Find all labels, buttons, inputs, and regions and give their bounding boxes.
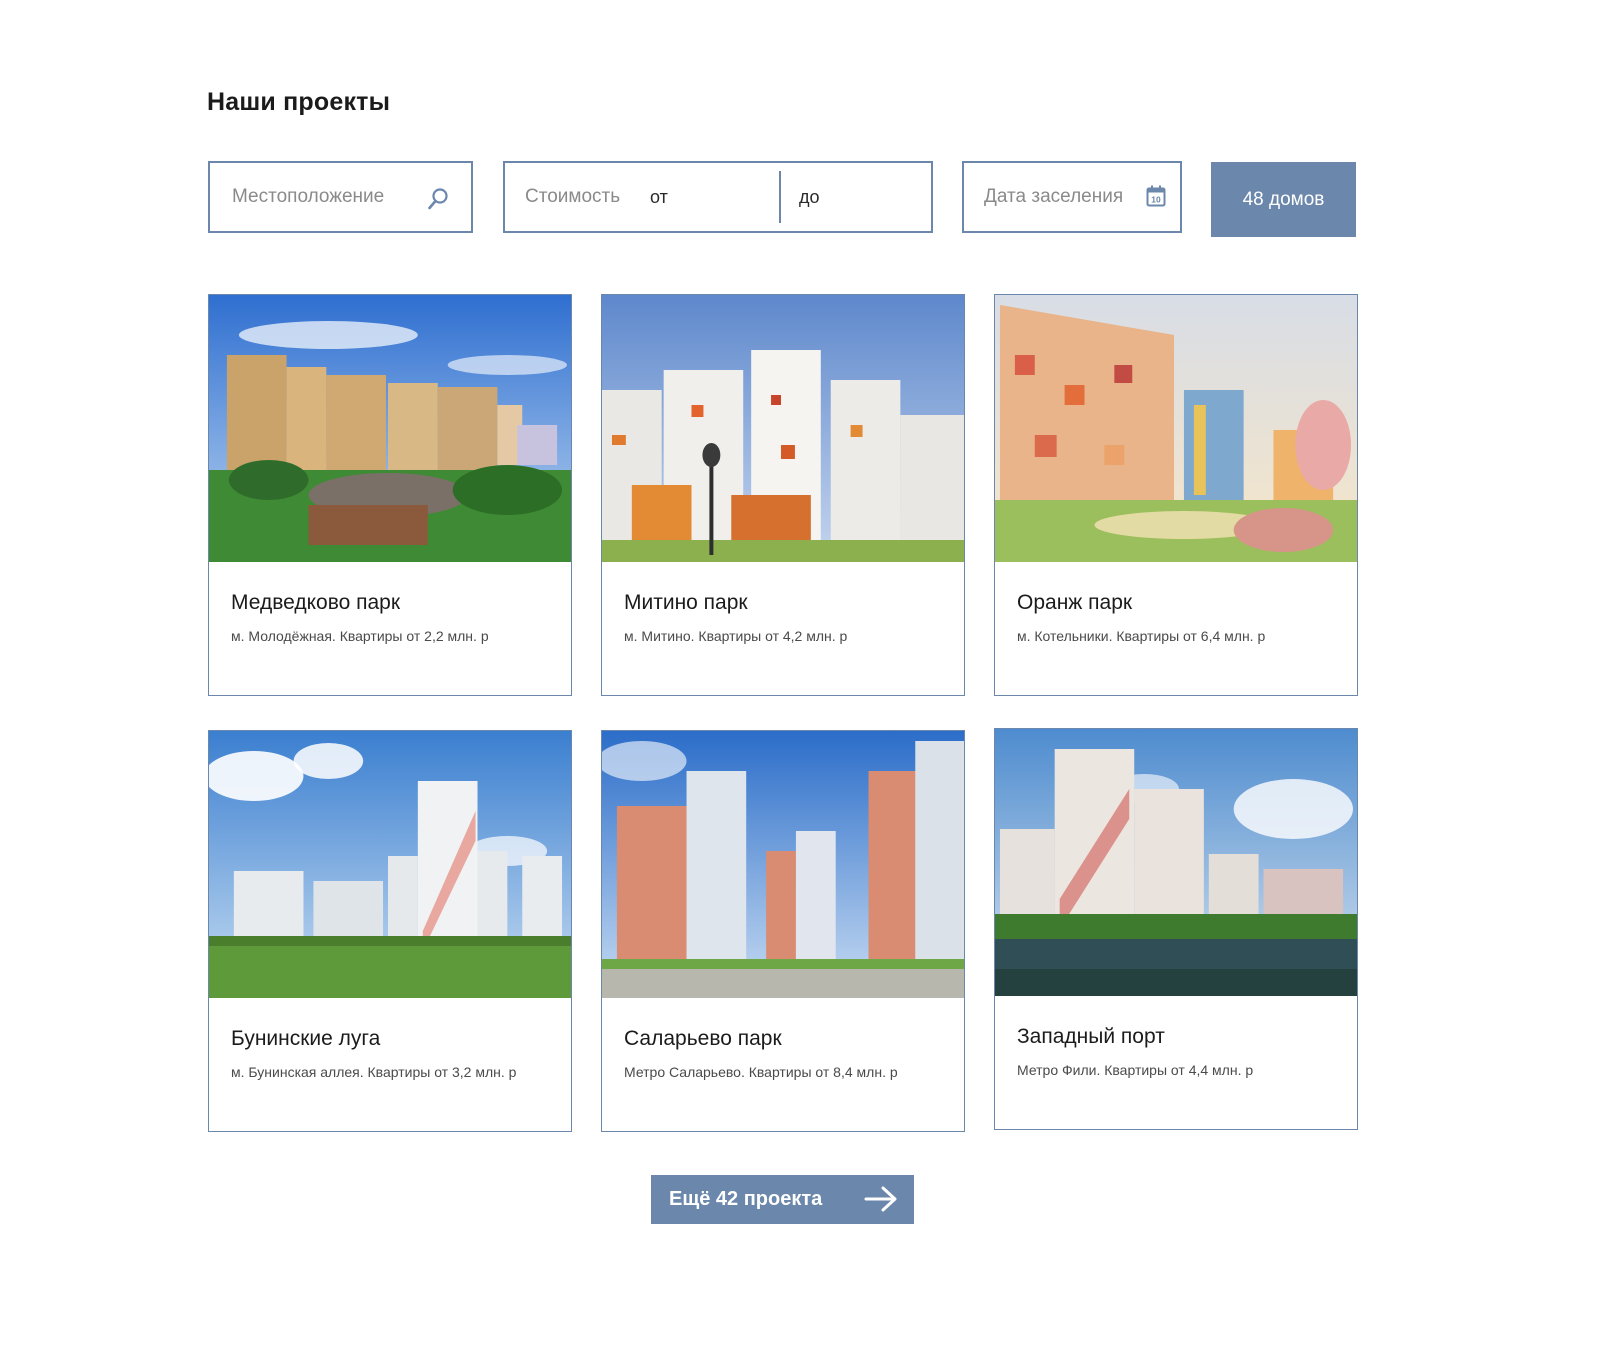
- project-description: м. Котельники. Квартиры от 6,4 млн. р: [1017, 628, 1266, 644]
- search-icon[interactable]: [427, 187, 449, 217]
- project-name: Медведково парк: [231, 591, 401, 614]
- project-photo: [995, 295, 1357, 562]
- project-name: Митино парк: [624, 591, 748, 614]
- project-card[interactable]: Западный порт Метро Фили. Квартиры от 4,…: [994, 728, 1358, 1130]
- project-name: Бунинские луга: [231, 1027, 381, 1050]
- project-name: Саларьево парк: [624, 1027, 782, 1050]
- project-card[interactable]: Медведково парк м. Молодёжная. Квартиры …: [208, 294, 572, 696]
- more-projects-label: Ещё 42 проекта: [669, 1188, 823, 1210]
- page-title: Наши проекты: [207, 88, 391, 116]
- location-field[interactable]: Местоположение: [208, 161, 473, 233]
- project-photo: [602, 731, 964, 998]
- location-placeholder: Местоположение: [232, 186, 385, 207]
- calendar-icon[interactable]: 10: [1146, 185, 1166, 213]
- filter-bar: Местоположение Стоимость от до Дата засе…: [207, 161, 1357, 237]
- project-card[interactable]: Оранж парк м. Котельники. Квартиры от 6,…: [994, 294, 1358, 696]
- price-label: Стоимость: [525, 186, 621, 207]
- project-description: м. Митино. Квартиры от 4,2 млн. р: [624, 628, 848, 644]
- project-description: м. Молодёжная. Квартиры от 2,2 млн. р: [231, 628, 489, 644]
- price-to-input[interactable]: до: [799, 187, 820, 208]
- results-count-button[interactable]: 48 домов: [1211, 162, 1356, 237]
- price-field[interactable]: Стоимость от до: [503, 161, 933, 233]
- date-placeholder: Дата заселения: [984, 186, 1124, 207]
- project-photo: [209, 295, 571, 562]
- project-card[interactable]: Саларьево парк Метро Саларьево. Квартиры…: [601, 730, 965, 1132]
- project-photo: [995, 729, 1357, 996]
- date-field[interactable]: Дата заселения 10: [962, 161, 1182, 233]
- project-name: Оранж парк: [1017, 591, 1133, 614]
- price-from-input[interactable]: от: [650, 187, 668, 208]
- price-divider: [779, 171, 781, 223]
- project-photo: [209, 731, 571, 998]
- arrow-right-icon: [864, 1186, 898, 1218]
- project-description: Метро Саларьево. Квартиры от 8,4 млн. р: [624, 1064, 898, 1080]
- project-name: Западный порт: [1017, 1025, 1165, 1048]
- project-description: Метро Фили. Квартиры от 4,4 млн. р: [1017, 1062, 1254, 1078]
- project-photo: [602, 295, 964, 562]
- project-description: м. Бунинская аллея. Квартиры от 3,2 млн.…: [231, 1064, 517, 1080]
- project-card[interactable]: Митино парк м. Митино. Квартиры от 4,2 м…: [601, 294, 965, 696]
- more-projects-button[interactable]: Ещё 42 проекта: [651, 1175, 914, 1224]
- calendar-day: 10: [1151, 195, 1161, 205]
- project-card[interactable]: Бунинские луга м. Бунинская аллея. Кварт…: [208, 730, 572, 1132]
